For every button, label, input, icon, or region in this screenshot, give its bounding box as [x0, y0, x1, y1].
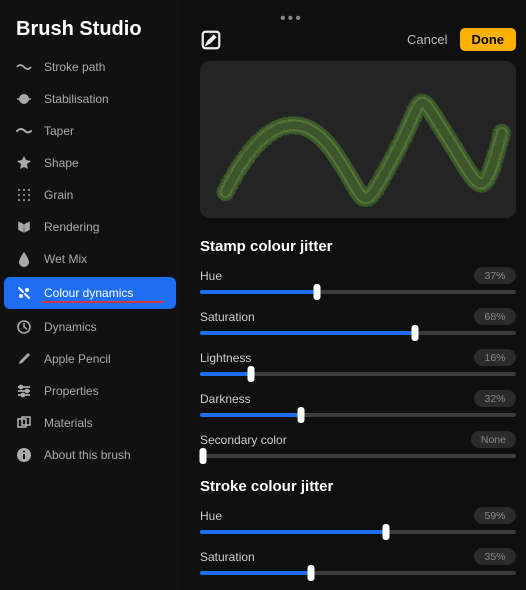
sidebar-item-label: Properties: [44, 384, 99, 398]
slider-value-badge: None: [471, 431, 516, 448]
sidebar-item-materials[interactable]: Materials: [0, 407, 180, 439]
done-button[interactable]: Done: [460, 28, 517, 51]
slider-knob[interactable]: [247, 366, 254, 382]
slider-track[interactable]: [200, 413, 516, 417]
grain-icon: [16, 187, 32, 203]
sidebar-item-about[interactable]: About this brush: [0, 439, 180, 471]
slider-track[interactable]: [200, 372, 516, 376]
slider-row-saturation: Saturation 68%: [200, 308, 516, 335]
pencil-icon: [200, 29, 222, 51]
sidebar-item-label: About this brush: [44, 448, 131, 462]
topbar: Cancel Done: [200, 28, 516, 51]
sidebar-item-apple-pencil[interactable]: Apple Pencil: [0, 343, 180, 375]
more-options-icon[interactable]: •••: [280, 10, 516, 28]
sidebar-item-shape[interactable]: Shape: [0, 147, 180, 179]
slider-row-lightness: Lightness 16%: [200, 349, 516, 376]
active-underline: [42, 301, 164, 303]
slider-value-badge: 32%: [474, 390, 516, 407]
slider-label: Darkness: [200, 392, 251, 406]
slider-label: Hue: [200, 509, 222, 523]
slider-knob[interactable]: [383, 524, 390, 540]
slider-row-hue: Hue 37%: [200, 267, 516, 294]
section-title-stroke: Stroke colour jitter: [200, 478, 516, 495]
colour-dynamics-icon: [16, 285, 32, 301]
stabilisation-icon: [16, 91, 32, 107]
slider-label: Lightness: [200, 351, 251, 365]
slider-row-hue: Hue 59%: [200, 507, 516, 534]
sidebar-item-wet-mix[interactable]: Wet Mix: [0, 243, 180, 275]
slider-knob[interactable]: [313, 284, 320, 300]
sidebar: Brush Studio Stroke path Stabilisation T…: [0, 0, 180, 590]
wet-mix-icon: [16, 251, 32, 267]
brush-preview: [200, 61, 516, 218]
sidebar-item-properties[interactable]: Properties: [0, 375, 180, 407]
sidebar-item-label: Grain: [44, 188, 73, 202]
brush-stroke-preview: [200, 61, 516, 218]
rendering-icon: [16, 219, 32, 235]
slider-label: Hue: [200, 269, 222, 283]
slider-value-badge: 37%: [474, 267, 516, 284]
slider-label: Saturation: [200, 550, 255, 564]
slider-value-badge: 59%: [474, 507, 516, 524]
slider-track[interactable]: [200, 290, 516, 294]
apple-pencil-icon: [16, 351, 32, 367]
slider-knob[interactable]: [411, 325, 418, 341]
slider-value-badge: 35%: [474, 548, 516, 565]
app-title: Brush Studio: [0, 18, 180, 51]
section-title-stamp: Stamp colour jitter: [200, 238, 516, 255]
sidebar-item-grain[interactable]: Grain: [0, 179, 180, 211]
sidebar-item-label: Apple Pencil: [44, 352, 111, 366]
sidebar-item-stroke-path[interactable]: Stroke path: [0, 51, 180, 83]
slider-track[interactable]: [200, 454, 516, 458]
slider-value-badge: 16%: [474, 349, 516, 366]
stroke-colour-jitter-section: Hue 59% Saturation 35%: [200, 507, 516, 575]
sidebar-item-stabilisation[interactable]: Stabilisation: [0, 83, 180, 115]
stamp-colour-jitter-section: Hue 37% Saturation 68% Lightness 16% Dar…: [200, 267, 516, 458]
slider-track[interactable]: [200, 571, 516, 575]
sidebar-item-label: Rendering: [44, 220, 99, 234]
dynamics-icon: [16, 319, 32, 335]
cancel-button[interactable]: Cancel: [407, 32, 447, 47]
sidebar-item-taper[interactable]: Taper: [0, 115, 180, 147]
slider-label: Saturation: [200, 310, 255, 324]
sidebar-item-label: Stroke path: [44, 60, 105, 74]
shape-icon: [16, 155, 32, 171]
taper-icon: [16, 123, 32, 139]
main-panel: ••• Cancel Done Stamp colour jitter Hue …: [180, 0, 526, 590]
sidebar-item-label: Shape: [44, 156, 79, 170]
sidebar-item-label: Dynamics: [44, 320, 97, 334]
sidebar-item-rendering[interactable]: Rendering: [0, 211, 180, 243]
sidebar-item-label: Wet Mix: [44, 252, 87, 266]
slider-row-darkness: Darkness 32%: [200, 390, 516, 417]
sidebar-item-colour-dynamics[interactable]: Colour dynamics: [4, 277, 176, 309]
slider-row-saturation: Saturation 35%: [200, 548, 516, 575]
slider-track[interactable]: [200, 530, 516, 534]
slider-label: Secondary color: [200, 433, 287, 447]
sidebar-item-label: Materials: [44, 416, 93, 430]
slider-knob[interactable]: [298, 407, 305, 423]
sidebar-item-label: Colour dynamics: [44, 286, 133, 300]
properties-icon: [16, 383, 32, 399]
edit-button[interactable]: [200, 29, 222, 51]
stroke-path-icon: [16, 59, 32, 75]
materials-icon: [16, 415, 32, 431]
slider-row-secondary-color: Secondary color None: [200, 431, 516, 458]
slider-value-badge: 68%: [474, 308, 516, 325]
sidebar-item-label: Stabilisation: [44, 92, 109, 106]
about-icon: [16, 447, 32, 463]
slider-track[interactable]: [200, 331, 516, 335]
sidebar-item-dynamics[interactable]: Dynamics: [0, 311, 180, 343]
sidebar-item-label: Taper: [44, 124, 74, 138]
slider-knob[interactable]: [307, 565, 314, 581]
slider-knob[interactable]: [200, 448, 207, 464]
